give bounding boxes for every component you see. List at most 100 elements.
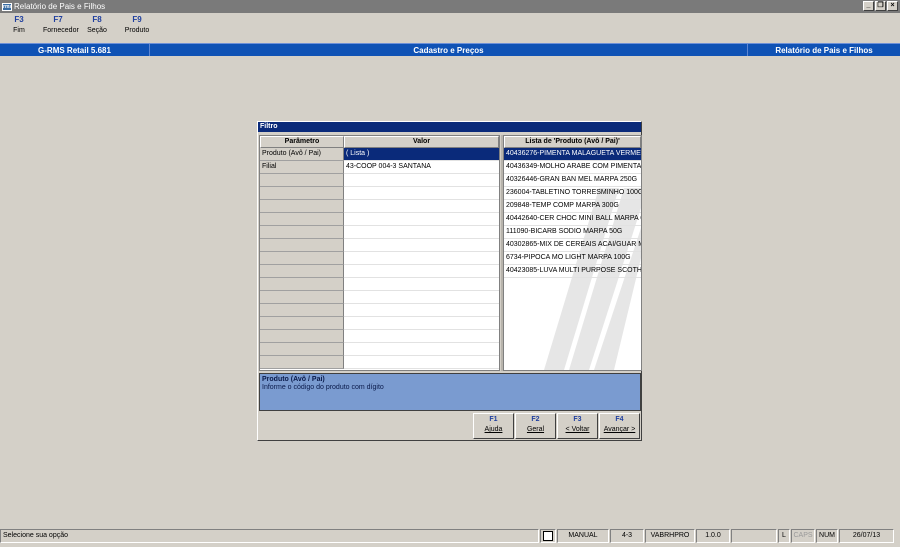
document-icon <box>540 529 556 543</box>
banner-version: G-RMS Retail 5.681 <box>0 44 150 56</box>
list-item[interactable]: 209848-TEMP COMP MARPA 300G <box>504 200 641 213</box>
grid-row[interactable] <box>260 278 499 291</box>
status-message: Selecione sua opção <box>0 529 539 543</box>
minimize-button[interactable]: _ <box>863 1 874 11</box>
grid-row[interactable] <box>260 343 499 356</box>
grid-cell-parameter: Produto (Avô / Pai) <box>260 148 344 161</box>
grid-cell-parameter <box>260 343 344 356</box>
list-header: Lista de 'Produto (Avô / Pai)' <box>504 136 641 148</box>
dialog-title: Filtro <box>258 122 641 132</box>
grid-cell-value[interactable] <box>344 343 499 356</box>
grid-row[interactable] <box>260 174 499 187</box>
grid-header-value: Valor <box>344 136 499 148</box>
help-button[interactable]: F1 Ajuda <box>473 413 514 439</box>
restore-button[interactable]: ❐ <box>875 1 886 11</box>
grid-cell-parameter <box>260 252 344 265</box>
list-item[interactable]: 40442640-CER CHOC MINI BALL MARPA 60G <box>504 213 641 226</box>
parameter-grid: Parâmetro Valor Produto (Avô / Pai)( Lis… <box>259 135 500 371</box>
window-titlebar: rms Relatório de Pais e Filhos _ ❐ × <box>0 0 900 13</box>
f9-produto-button[interactable]: F9 Produto <box>116 15 158 41</box>
button-key: F2 <box>531 416 540 423</box>
grid-cell-parameter <box>260 239 344 252</box>
f7-fornecedor-button[interactable]: F7 Fornecedor <box>38 15 79 41</box>
grid-row[interactable] <box>260 200 499 213</box>
grid-cell-parameter <box>260 278 344 291</box>
grid-cell-value[interactable] <box>344 330 499 343</box>
back-button[interactable]: F3 < Voltar <box>557 413 598 439</box>
grid-cell-value[interactable]: ( Lista ) <box>344 148 499 161</box>
grid-cell-value[interactable] <box>344 278 499 291</box>
grid-row[interactable] <box>260 213 499 226</box>
status-bar: Selecione sua opção MANUAL 4-3 VABRHPRO … <box>0 529 900 543</box>
grid-row[interactable]: Filial 43-COOP 004-3 SANTANA <box>260 161 499 174</box>
list-item[interactable]: 236004-TABLETINO TORRESMINHO 100G <box>504 187 641 200</box>
status-l: L <box>778 529 790 543</box>
grid-row[interactable] <box>260 265 499 278</box>
grid-row[interactable] <box>260 226 499 239</box>
grid-row[interactable] <box>260 304 499 317</box>
list-item[interactable]: 40436276-PIMENTA MALAGUETA VERMELHA <box>504 148 641 161</box>
grid-cell-value[interactable] <box>344 187 499 200</box>
list-item[interactable]: 40326446-GRAN BAN MEL MARPA 250G <box>504 174 641 187</box>
close-button[interactable]: × <box>887 1 898 11</box>
list-item[interactable]: 6734-PIPOCA MO LIGHT MARPA 100G <box>504 252 641 265</box>
status-mode: MANUAL <box>557 529 609 543</box>
grid-row[interactable] <box>260 291 499 304</box>
button-key: F1 <box>489 416 498 423</box>
grid-cell-value[interactable] <box>344 174 499 187</box>
grid-row[interactable] <box>260 252 499 265</box>
fkey-label: Fim <box>13 27 25 34</box>
status-user: VABRHPRO <box>645 529 695 543</box>
help-panel: Produto (Avô / Pai) Informe o código do … <box>259 373 641 411</box>
list-item[interactable]: 111090-BICARB SODIO MARPA 50G <box>504 226 641 239</box>
grid-cell-parameter <box>260 265 344 278</box>
grid-cell-parameter <box>260 213 344 226</box>
general-button[interactable]: F2 Geral <box>515 413 556 439</box>
grid-cell-value[interactable] <box>344 291 499 304</box>
grid-row[interactable] <box>260 356 499 369</box>
grid-cell-value[interactable] <box>344 226 499 239</box>
grid-cell-parameter <box>260 317 344 330</box>
list-item[interactable]: 40436349-MOLHO ARABE COM PIMENTA MA <box>504 161 641 174</box>
grid-cell-value[interactable]: 43-COOP 004-3 SANTANA <box>344 161 499 174</box>
button-key: F4 <box>615 416 624 423</box>
button-key: F3 <box>573 416 582 423</box>
grid-cell-value[interactable] <box>344 239 499 252</box>
grid-cell-value[interactable] <box>344 317 499 330</box>
grid-cell-parameter <box>260 174 344 187</box>
button-label: < Voltar <box>565 426 590 433</box>
status-num: NUM <box>816 529 838 543</box>
banner-report: Relatório de Pais e Filhos <box>775 46 873 55</box>
f3-fim-button[interactable]: F3 Fim <box>0 15 38 41</box>
fkey-key: F3 <box>14 15 24 24</box>
grid-cell-parameter <box>260 291 344 304</box>
grid-cell-parameter <box>260 330 344 343</box>
grid-row[interactable] <box>260 330 499 343</box>
grid-row[interactable] <box>260 317 499 330</box>
grid-row[interactable] <box>260 239 499 252</box>
grid-cell-parameter <box>260 356 344 369</box>
grid-cell-value[interactable] <box>344 252 499 265</box>
grid-cell-value[interactable] <box>344 200 499 213</box>
grid-cell-parameter <box>260 226 344 239</box>
f8-secao-button[interactable]: F8 Seção <box>78 15 116 41</box>
button-label: Avançar > <box>603 426 636 433</box>
banner-module: Cadastro e Preços <box>150 44 748 56</box>
grid-cell-value[interactable] <box>344 213 499 226</box>
status-empty <box>731 529 777 543</box>
grid-row[interactable]: Produto (Avô / Pai)( Lista ) <box>260 148 499 161</box>
fkey-label: Fornecedor <box>43 27 79 34</box>
button-label: Geral <box>526 426 545 433</box>
status-version: 1.0.0 <box>696 529 730 543</box>
list-item[interactable]: 40423085-LUVA MULTI PURPOSE SCOTH BR <box>504 265 641 278</box>
grid-cell-value[interactable] <box>344 265 499 278</box>
grid-cell-value[interactable] <box>344 304 499 317</box>
help-title: Produto (Avô / Pai) <box>262 376 325 383</box>
grid-header-parameter: Parâmetro <box>260 136 344 148</box>
grid-cell-value[interactable] <box>344 356 499 369</box>
list-item[interactable]: 40302865-MIX DE CEREAIS ACAI/GUAR MAR <box>504 239 641 252</box>
grid-row[interactable] <box>260 187 499 200</box>
next-button[interactable]: F4 Avançar > <box>599 413 640 439</box>
fkey-key: F7 <box>53 15 63 24</box>
grid-cell-parameter <box>260 200 344 213</box>
